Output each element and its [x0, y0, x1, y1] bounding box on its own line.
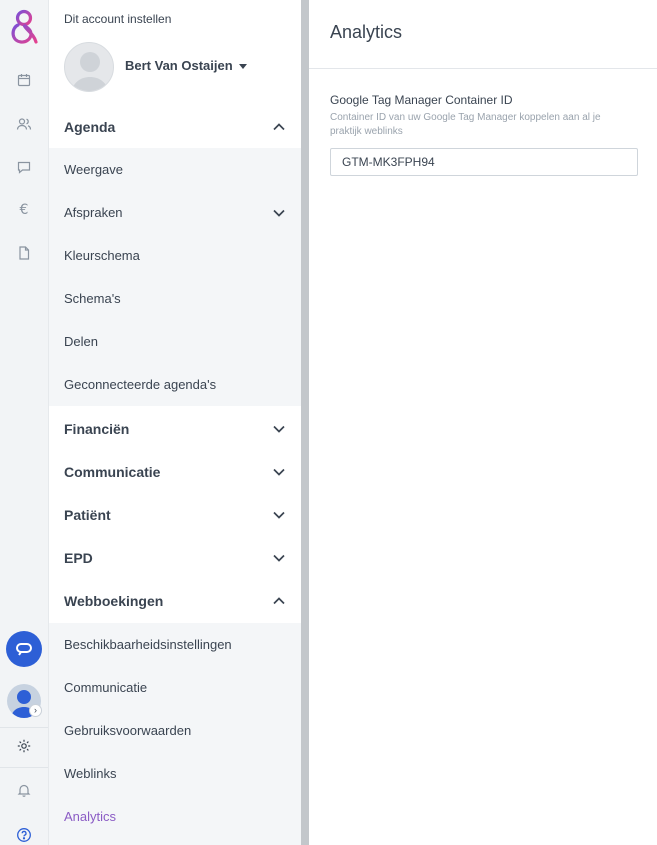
chevron-down-icon	[273, 468, 285, 476]
profile-avatar	[64, 42, 114, 92]
calendar-icon[interactable]	[14, 70, 34, 90]
gtm-field-help: Container ID van uw Google Tag Manager k…	[330, 112, 601, 137]
caret-down-icon	[238, 63, 247, 69]
section-communicatie[interactable]: Communicatie	[49, 450, 301, 493]
sidebar-scrollbar[interactable]	[301, 0, 309, 845]
section-webboekingen[interactable]: Webboekingen	[49, 579, 301, 622]
avatar-expand-icon[interactable]: ›	[29, 704, 42, 717]
sidebar-item-beschikbaarheidsinstellingen[interactable]: Beschikbaarheidsinstellingen	[49, 623, 301, 666]
support-chat-icon[interactable]	[6, 631, 42, 667]
submenu-agenda: Weergave Afspraken Kleurschema Schema's …	[49, 148, 301, 406]
sidebar-item-analytics[interactable]: Analytics	[49, 795, 301, 838]
chat-icon[interactable]	[14, 157, 34, 177]
sidebar-item-schemas[interactable]: Schema's	[49, 277, 301, 320]
sidebar-item-weblinks[interactable]: Weblinks	[49, 752, 301, 795]
section-patient[interactable]: Patiënt	[49, 493, 301, 536]
sidebar-item-communicatie[interactable]: Communicatie	[49, 666, 301, 709]
sidebar-item-geconnecteerde-agendas[interactable]: Geconnecteerde agenda's	[49, 363, 301, 406]
section-agenda[interactable]: Agenda	[49, 105, 301, 148]
chevron-down-icon	[273, 511, 285, 519]
sidebar-item-delen[interactable]: Delen	[49, 320, 301, 363]
icon-rail: € ›	[0, 0, 49, 845]
rail-divider	[0, 767, 48, 768]
user-name: Bert Van Ostaijen	[125, 58, 233, 73]
people-icon[interactable]	[14, 114, 34, 134]
section-epd[interactable]: EPD	[49, 536, 301, 579]
chevron-up-icon	[273, 596, 285, 604]
logo-icon[interactable]	[9, 8, 39, 48]
settings-sidebar: Dit account instellen Bert Van Ostaijen …	[49, 0, 301, 845]
gear-icon[interactable]	[14, 736, 34, 756]
sidebar-item-afspraken[interactable]: Afspraken	[49, 191, 301, 234]
sidebar-item-kleurschema[interactable]: Kleurschema	[49, 234, 301, 277]
bell-icon[interactable]	[14, 780, 34, 800]
page-title: Analytics	[309, 0, 657, 69]
chevron-up-icon	[273, 122, 285, 130]
sidebar-item-gebruiksvoorwaarden[interactable]: Gebruiksvoorwaarden	[49, 709, 301, 752]
section-financien[interactable]: Financiën	[49, 407, 301, 450]
rail-divider	[0, 727, 48, 728]
chevron-down-icon	[273, 425, 285, 433]
euro-icon[interactable]: €	[14, 200, 34, 220]
gtm-container-id-input[interactable]	[330, 148, 638, 176]
help-icon[interactable]	[14, 825, 34, 845]
main-content: Analytics Google Tag Manager Container I…	[309, 0, 657, 845]
account-switcher[interactable]: Bert Van Ostaijen	[125, 58, 247, 73]
chevron-down-icon	[273, 554, 285, 562]
gtm-field-label: Google Tag Manager Container ID	[330, 93, 513, 107]
chevron-down-icon	[273, 209, 285, 217]
submenu-webboekingen: Beschikbaarheidsinstellingen Communicati…	[49, 623, 301, 845]
document-icon[interactable]	[14, 243, 34, 263]
sidebar-item-weergave[interactable]: Weergave	[49, 148, 301, 191]
sidebar-heading: Dit account instellen	[64, 12, 172, 26]
